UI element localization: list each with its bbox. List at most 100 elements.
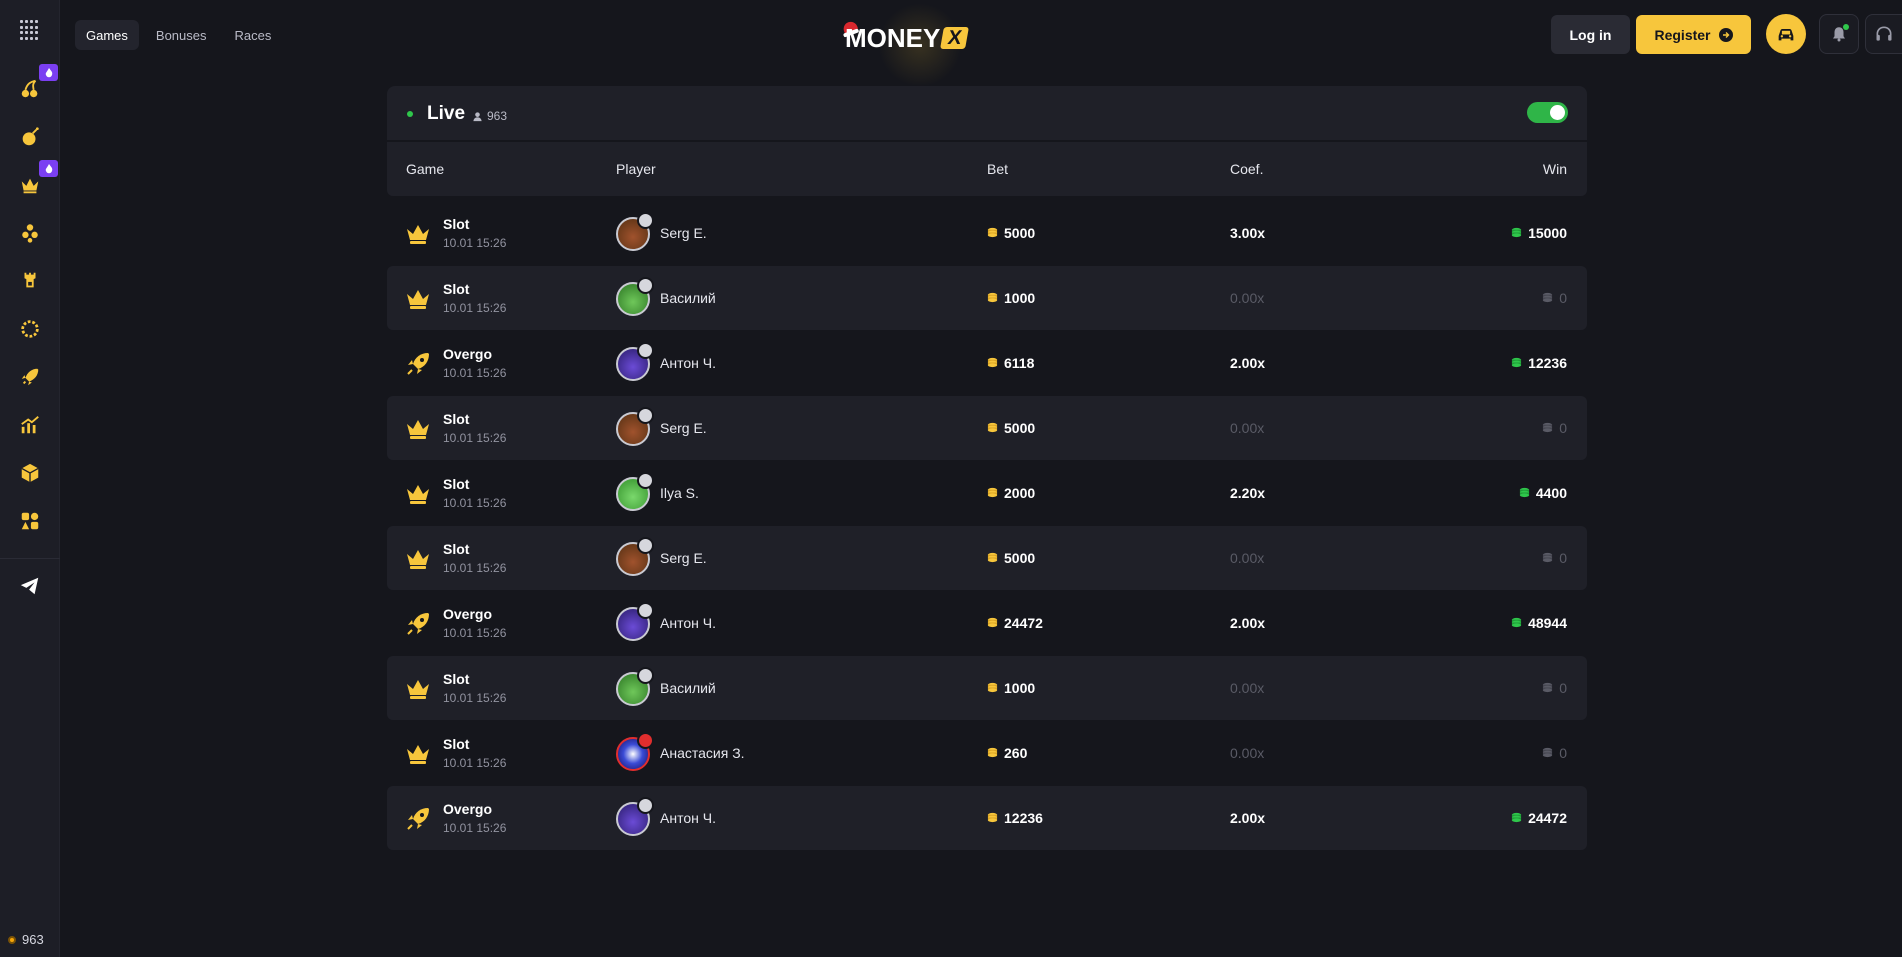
game-name[interactable]: Slot: [443, 411, 469, 427]
coef-value: 2.00x: [1230, 355, 1266, 371]
coin-icon: [1511, 810, 1522, 826]
table-row: Slot 10.01 15:26 Serg E. 5000 0.00x 0: [387, 526, 1587, 590]
coin-icon: [987, 745, 998, 761]
dice-icon[interactable]: [14, 457, 46, 489]
game-time: 10.01 15:26: [443, 561, 507, 575]
game-name[interactable]: Overgo: [443, 801, 492, 817]
coef-value: 2.20x: [1230, 485, 1266, 501]
table-row: Slot 10.01 15:26 Serg E. 5000 3.00x 15000: [387, 201, 1587, 265]
game-name[interactable]: Overgo: [443, 346, 492, 362]
player-name[interactable]: Антон Ч.: [660, 615, 716, 631]
bet-value: 260: [1004, 745, 1028, 761]
coef-value: 2.00x: [1230, 615, 1266, 631]
col-coef: Coef.: [1230, 161, 1264, 177]
coin-icon: [987, 680, 998, 696]
support-button[interactable]: [1865, 14, 1902, 54]
balls-icon[interactable]: [14, 217, 46, 249]
bomb-icon[interactable]: [14, 121, 46, 153]
login-button[interactable]: Log in: [1551, 15, 1630, 54]
player-name[interactable]: Анастасия З.: [660, 745, 745, 761]
register-button[interactable]: Register: [1636, 15, 1751, 54]
sidebar: 963: [0, 0, 60, 957]
win-value: 0: [1559, 745, 1567, 761]
bet-value: 1000: [1004, 680, 1036, 696]
player-name[interactable]: Антон Ч.: [660, 810, 716, 826]
player-name[interactable]: Serg E.: [660, 420, 707, 436]
tower-icon[interactable]: [14, 265, 46, 297]
win-amount: 24472: [1511, 810, 1567, 826]
tab-games[interactable]: Games: [75, 20, 139, 50]
coin-icon: [1542, 290, 1553, 306]
game-name[interactable]: Slot: [443, 281, 469, 297]
col-game: Game: [406, 161, 445, 177]
player-name[interactable]: Василий: [660, 290, 716, 306]
bet-amount: 5000: [987, 225, 1035, 241]
player-name[interactable]: Serg E.: [660, 550, 707, 566]
viewer-count: 963: [472, 109, 507, 123]
game-time: 10.01 15:26: [443, 301, 507, 315]
coin-icon: [987, 485, 998, 501]
notifications-button[interactable]: [1819, 14, 1859, 54]
win-value: 48944: [1528, 615, 1567, 631]
player-name[interactable]: Ilya S.: [660, 485, 699, 501]
win-amount: 0: [1542, 290, 1567, 306]
coin-icon: [987, 615, 998, 631]
coin-icon: [1511, 355, 1522, 371]
bet-amount: 6118: [987, 355, 1034, 371]
rocket-icon[interactable]: [14, 361, 46, 393]
tab-bonuses[interactable]: Bonuses: [145, 20, 218, 50]
rank-badge-icon: [637, 277, 654, 294]
table-row: Overgo 10.01 15:26 Антон Ч. 12236 2.00x 24472: [387, 786, 1587, 850]
rank-badge-icon: [637, 472, 654, 489]
rocket-icon: [405, 806, 431, 832]
register-label: Register: [1654, 26, 1711, 43]
user-icon: [473, 111, 482, 121]
crown-icon: [405, 741, 431, 767]
player-name[interactable]: Василий: [660, 680, 716, 696]
swap-icon[interactable]: [14, 505, 46, 537]
game-name[interactable]: Slot: [443, 476, 469, 492]
live-title: Live: [427, 103, 466, 124]
chart-icon[interactable]: [14, 409, 46, 441]
table-row: Slot 10.01 15:26 Ilya S. 2000 2.20x 4400: [387, 461, 1587, 525]
top-tabs: Games Bonuses Races: [75, 20, 282, 50]
coin-icon: [1511, 615, 1522, 631]
coin-icon: [987, 550, 998, 566]
col-bet: Bet: [987, 161, 1009, 177]
coin-icon: [1542, 745, 1553, 761]
logo[interactable]: MONEY X: [841, 0, 990, 90]
logo-accent: X: [940, 27, 970, 49]
rank-badge-icon: [637, 602, 654, 619]
win-amount: 48944: [1511, 615, 1567, 631]
bet-amount: 1000: [987, 290, 1035, 306]
fire-badge-icon: [39, 160, 58, 177]
table-row: Overgo 10.01 15:26 Антон Ч. 24472 2.00x 48944: [387, 591, 1587, 655]
game-time: 10.01 15:26: [443, 236, 507, 250]
notification-dot: [1843, 24, 1849, 30]
coin-icon: [987, 225, 998, 241]
coin-icon: [1542, 550, 1553, 566]
bet-amount: 1000: [987, 680, 1035, 696]
menu-grid-icon[interactable]: [20, 20, 40, 40]
online-count: 963: [22, 932, 44, 947]
rank-badge-icon: [637, 732, 654, 749]
wheel-icon[interactable]: [14, 313, 46, 345]
game-name[interactable]: Slot: [443, 671, 469, 687]
game-time: 10.01 15:26: [443, 366, 507, 380]
game-name[interactable]: Overgo: [443, 606, 492, 622]
telegram-icon[interactable]: [14, 570, 46, 602]
live-toggle[interactable]: [1527, 102, 1568, 123]
game-name[interactable]: Slot: [443, 541, 469, 557]
tab-races[interactable]: Races: [224, 20, 283, 50]
game-name[interactable]: Slot: [443, 216, 469, 232]
coef-value: 0.00x: [1230, 745, 1265, 761]
bet-value: 2000: [1004, 485, 1036, 501]
car-button[interactable]: [1766, 14, 1806, 54]
crown-icon: [405, 546, 431, 572]
player-name[interactable]: Serg E.: [660, 225, 707, 241]
table-row: Overgo 10.01 15:26 Антон Ч. 6118 2.00x 12236: [387, 331, 1587, 395]
game-name[interactable]: Slot: [443, 736, 469, 752]
bet-value: 12236: [1004, 810, 1043, 826]
sidebar-divider: [0, 558, 60, 559]
player-name[interactable]: Антон Ч.: [660, 355, 716, 371]
